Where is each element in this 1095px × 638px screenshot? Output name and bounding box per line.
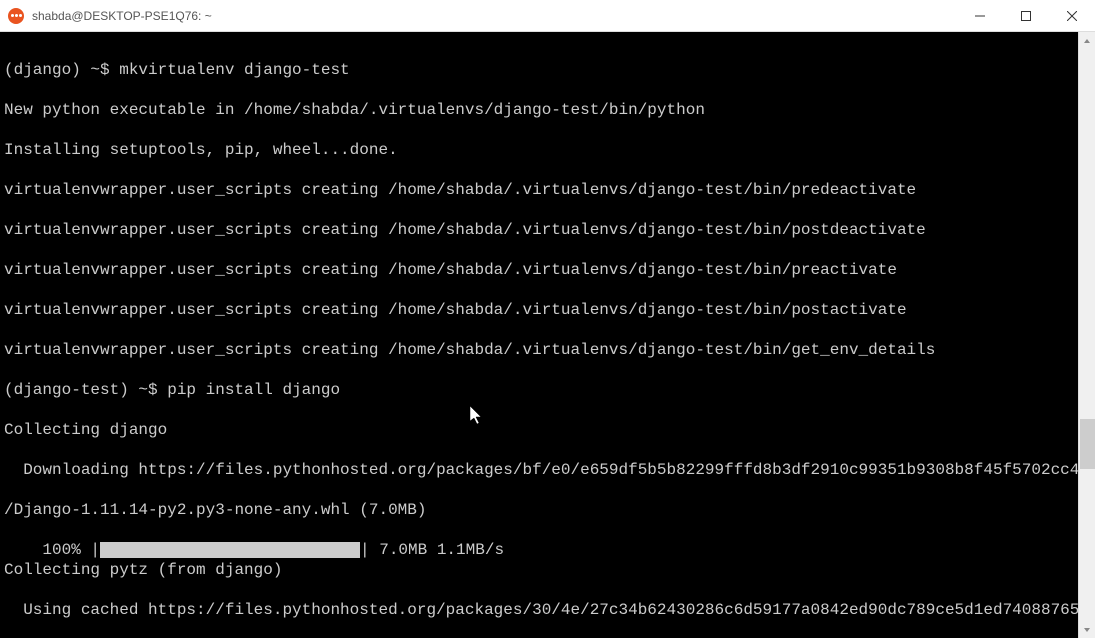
close-button[interactable] (1049, 0, 1095, 31)
terminal-line: Collecting pytz (from django) (4, 560, 1078, 580)
window-title-bar: shabda@DESKTOP-PSE1Q76: ~ (0, 0, 1095, 32)
terminal-window: (django) ~$ mkvirtualenv django-test New… (0, 32, 1095, 638)
terminal-line: (django-test) ~$ pip install django (4, 380, 1078, 400)
progress-percent: 100% | (4, 540, 100, 560)
terminal-line: virtualenvwrapper.user_scripts creating … (4, 180, 1078, 200)
scroll-down-button[interactable] (1079, 621, 1095, 638)
maximize-button[interactable] (1003, 0, 1049, 31)
terminal-line: Installing setuptools, pip, wheel...done… (4, 140, 1078, 160)
terminal-line: Using cached https://files.pythonhosted.… (4, 600, 1078, 620)
terminal-line: virtualenvwrapper.user_scripts creating … (4, 220, 1078, 240)
vertical-scrollbar[interactable] (1078, 32, 1095, 638)
window-title: shabda@DESKTOP-PSE1Q76: ~ (32, 9, 957, 23)
terminal-line: (django) ~$ mkvirtualenv django-test (4, 60, 1078, 80)
progress-bar (100, 542, 360, 558)
scrollbar-thumb[interactable] (1080, 419, 1095, 469)
scrollbar-track[interactable] (1079, 49, 1095, 621)
terminal-line: /Django-1.11.14-py2.py3-none-any.whl (7.… (4, 500, 1078, 520)
terminal-line: virtualenvwrapper.user_scripts creating … (4, 260, 1078, 280)
terminal-line: virtualenvwrapper.user_scripts creating … (4, 340, 1078, 360)
minimize-button[interactable] (957, 0, 1003, 31)
terminal-output[interactable]: (django) ~$ mkvirtualenv django-test New… (0, 32, 1078, 638)
progress-line: 100% | | 7.0MB 1.1MB/s (4, 540, 504, 560)
terminal-line: virtualenvwrapper.user_scripts creating … (4, 300, 1078, 320)
progress-speed: | 7.0MB 1.1MB/s (360, 540, 504, 560)
window-controls (957, 0, 1095, 31)
chevron-up-icon (1083, 37, 1091, 45)
terminal-line: New python executable in /home/shabda/.v… (4, 100, 1078, 120)
scroll-up-button[interactable] (1079, 32, 1095, 49)
terminal-line: Downloading https://files.pythonhosted.o… (4, 460, 1078, 480)
ubuntu-icon (8, 8, 24, 24)
terminal-line: Collecting django (4, 420, 1078, 440)
chevron-down-icon (1083, 626, 1091, 634)
